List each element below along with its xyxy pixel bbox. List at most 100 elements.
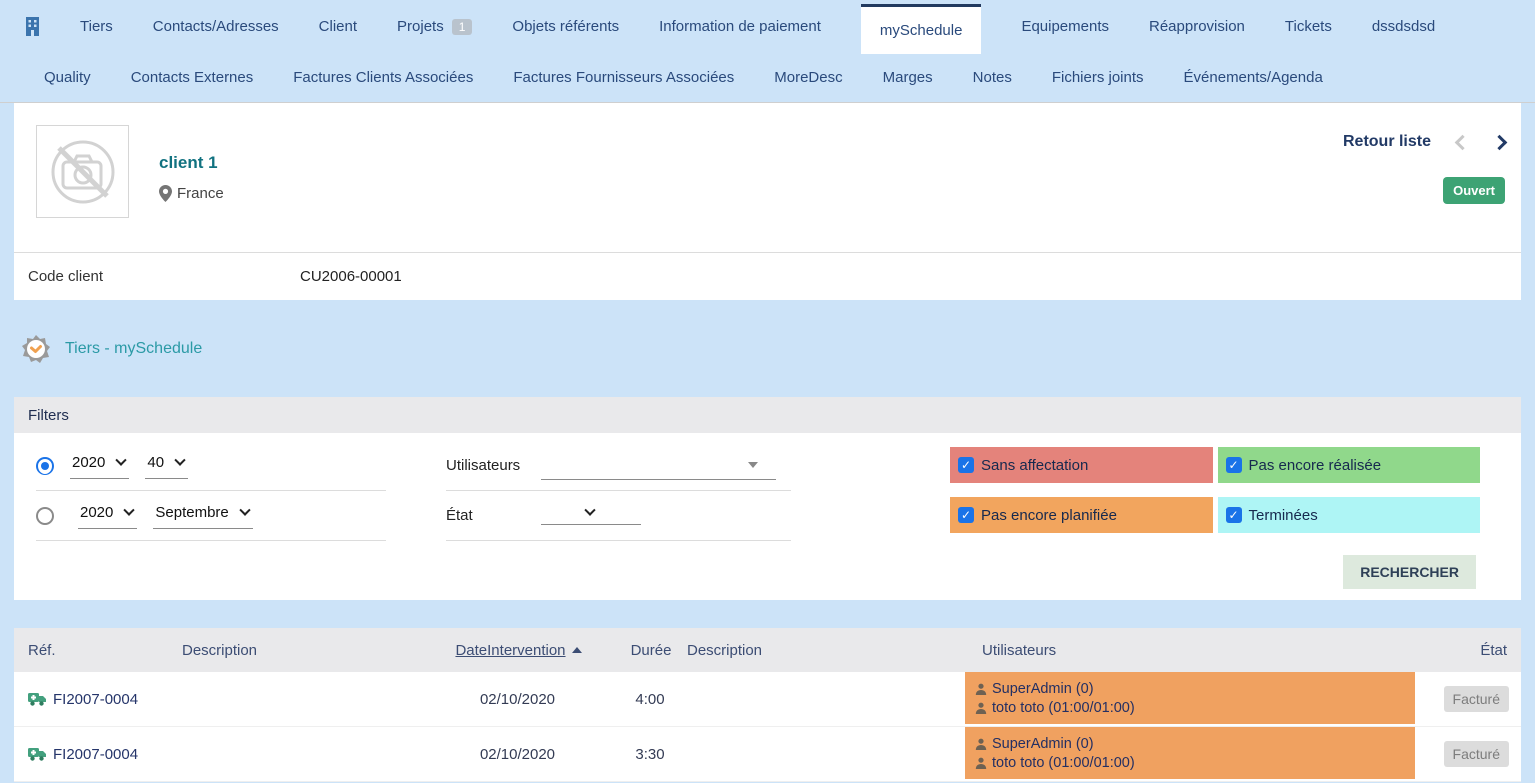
tab-information-paiement[interactable]: Information de paiement [659, 18, 821, 35]
tab-client[interactable]: Client [319, 18, 357, 35]
tab-dssdsdsd[interactable]: dssdsdsd [1372, 18, 1435, 35]
checkbox-terminees[interactable]: ✓ Terminées [1218, 497, 1481, 533]
month-value: Septembre [155, 504, 228, 521]
tab-projets[interactable]: Projets1 [397, 18, 472, 35]
client-card: client 1 France Retour liste Ouvert Code… [14, 103, 1521, 300]
user-line: SuperAdmin (0) [975, 736, 1094, 752]
search-button[interactable]: RECHERCHER [1343, 555, 1476, 589]
users-select[interactable] [541, 452, 776, 480]
user-line: SuperAdmin (0) [975, 681, 1094, 697]
checkbox-pas-encore-planifiee[interactable]: ✓ Pas encore planifiée [950, 497, 1213, 533]
projets-count-badge: 1 [452, 19, 473, 35]
checkbox-label: Terminées [1249, 507, 1318, 524]
header-description-2: Description [685, 642, 965, 659]
tab-tiers[interactable]: Tiers [80, 18, 113, 35]
month-filter-radio[interactable] [36, 507, 54, 525]
tab-myschedule[interactable]: mySchedule [861, 4, 982, 54]
description2-cell [685, 727, 965, 781]
tab-factures-fournisseurs[interactable]: Factures Fournisseurs Associées [513, 69, 734, 86]
status-badge: Ouvert [1443, 177, 1505, 204]
header-etat: État [1415, 642, 1521, 659]
header-date-intervention-sort[interactable]: DateIntervention [455, 642, 581, 659]
description-cell [180, 727, 420, 781]
user-name: SuperAdmin (0) [992, 681, 1094, 697]
client-name: client 1 [159, 153, 224, 173]
month-select[interactable]: Septembre [153, 502, 252, 529]
tab-evenements-agenda[interactable]: Événements/Agenda [1184, 69, 1323, 86]
header-date-intervention: DateIntervention [455, 642, 565, 659]
myschedule-section-header: Tiers - mySchedule [0, 300, 1535, 397]
checked-checkbox-icon: ✓ [1226, 457, 1242, 473]
week-filter-radio[interactable] [36, 457, 54, 475]
tab-notes[interactable]: Notes [973, 69, 1012, 86]
date-cell: 02/10/2020 [420, 672, 615, 726]
location-pin-icon [159, 185, 172, 202]
code-client-value: CU2006-00001 [300, 268, 402, 285]
user-icon [975, 702, 987, 714]
checked-checkbox-icon: ✓ [1226, 507, 1242, 523]
header-duree: Durée [615, 642, 685, 659]
table-header-row: Réf. Description DateIntervention Durée … [14, 628, 1521, 672]
user-name: toto toto (01:00/01:00) [992, 700, 1135, 716]
tab-bar-primary: Tiers Contacts/Adresses Client Projets1 … [0, 0, 1535, 53]
description2-cell [685, 672, 965, 726]
checkbox-sans-affectation[interactable]: ✓ Sans affectation [950, 447, 1213, 483]
tab-reapprovision[interactable]: Réapprovision [1149, 18, 1245, 35]
duree-cell: 3:30 [615, 727, 685, 781]
user-icon [975, 738, 987, 750]
tab-contacts-adresses[interactable]: Contacts/Adresses [153, 18, 279, 35]
checkbox-label: Pas encore planifiée [981, 507, 1117, 524]
year-month-value: 2020 [80, 504, 113, 521]
tab-objets-referents[interactable]: Objets référents [512, 18, 619, 35]
tab-tickets[interactable]: Tickets [1285, 18, 1332, 35]
user-line: toto toto (01:00/01:00) [975, 700, 1135, 716]
intervention-ref-link[interactable]: FI2007-0004 [14, 727, 180, 781]
tab-contacts-externes[interactable]: Contacts Externes [131, 69, 254, 86]
users-filter-label: Utilisateurs [446, 457, 541, 474]
sort-ascending-icon [572, 647, 582, 653]
year-month-select[interactable]: 2020 [78, 502, 137, 529]
next-record-icon[interactable] [1492, 134, 1508, 150]
code-client-label: Code client [14, 268, 300, 285]
filters-panel-header: Filters [14, 397, 1521, 433]
year-week-select[interactable]: 2020 [70, 452, 129, 479]
chevron-down-icon [239, 504, 250, 515]
checkbox-label: Sans affectation [981, 457, 1088, 474]
state-select[interactable] [541, 507, 641, 525]
intervention-ref-link[interactable]: FI2007-0004 [14, 672, 180, 726]
checkbox-pas-encore-realisee[interactable]: ✓ Pas encore réalisée [1218, 447, 1481, 483]
users-cell: SuperAdmin (0) toto toto (01:00/01:00) [965, 672, 1415, 726]
back-to-list-link[interactable]: Retour liste [1343, 133, 1431, 151]
status-checkbox-grid: ✓ Sans affectation ✓ Pas encore réalisée… [950, 447, 1480, 541]
tab-marges[interactable]: Marges [883, 69, 933, 86]
tab-factures-clients[interactable]: Factures Clients Associées [293, 69, 473, 86]
month-filter-row: 2020 Septembre [36, 491, 386, 541]
tab-fichiers-joints[interactable]: Fichiers joints [1052, 69, 1144, 86]
state-filter-label: État [446, 507, 541, 524]
table-row: FI2007-0004 02/10/2020 3:30 SuperAdmin (… [14, 727, 1521, 782]
dropdown-arrow-icon [748, 462, 758, 468]
chevron-down-icon [584, 504, 595, 515]
interventions-table: Réf. Description DateIntervention Durée … [14, 628, 1521, 782]
checked-checkbox-icon: ✓ [958, 507, 974, 523]
week-number-select[interactable]: 40 [145, 452, 188, 479]
week-filter-row: 2020 40 [36, 441, 386, 491]
user-icon [975, 683, 987, 695]
tab-moredesc[interactable]: MoreDesc [774, 69, 842, 86]
etat-badge: Facturé [1444, 741, 1509, 767]
intervention-truck-icon [28, 692, 47, 706]
checked-checkbox-icon: ✓ [958, 457, 974, 473]
header-description: Description [180, 642, 420, 659]
chevron-down-icon [124, 504, 135, 515]
company-building-icon[interactable] [25, 17, 40, 36]
users-filter-row: Utilisateurs [446, 441, 791, 491]
filters-panel: 2020 40 2020 Septembre [14, 433, 1521, 600]
duree-cell: 4:00 [615, 672, 685, 726]
tab-quality[interactable]: Quality [44, 69, 91, 86]
user-name: SuperAdmin (0) [992, 736, 1094, 752]
checkbox-label: Pas encore réalisée [1249, 457, 1382, 474]
client-country-label: France [177, 185, 224, 202]
etat-badge: Facturé [1444, 686, 1509, 712]
tab-equipements[interactable]: Equipements [1021, 18, 1109, 35]
user-name: toto toto (01:00/01:00) [992, 755, 1135, 771]
